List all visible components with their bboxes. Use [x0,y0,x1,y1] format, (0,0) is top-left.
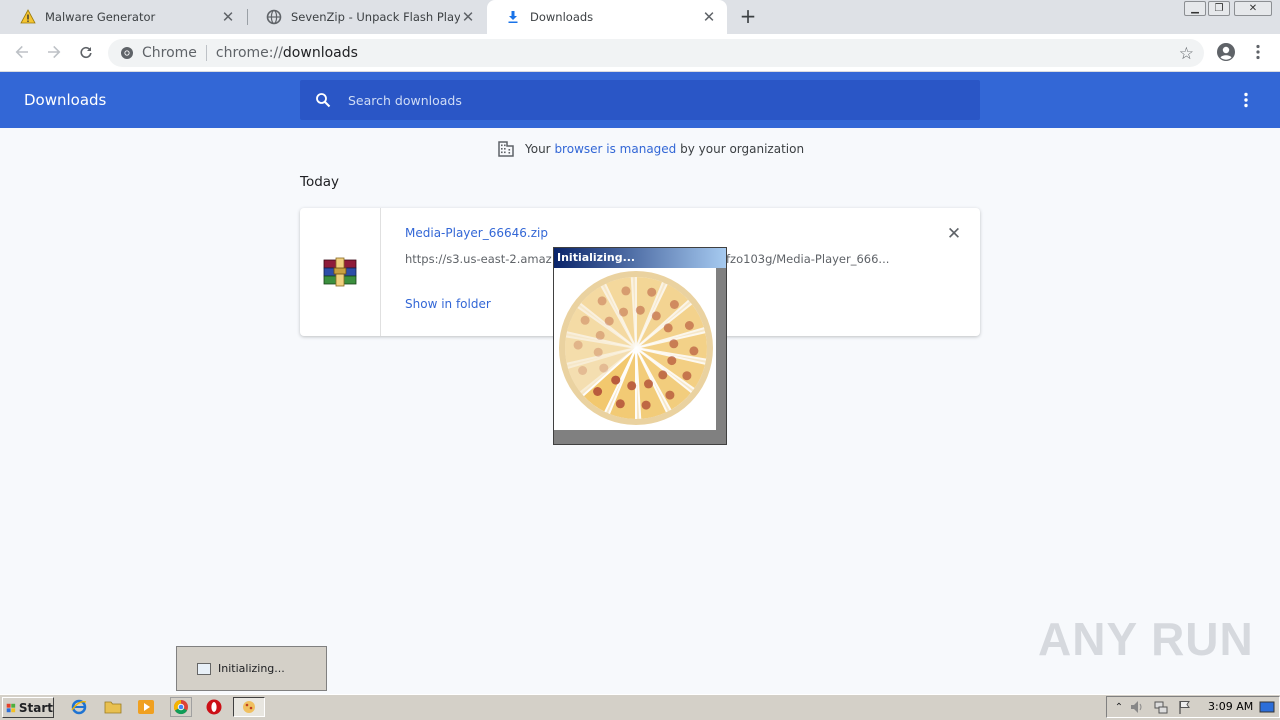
pizza-loading-icon [559,271,713,425]
reload-icon[interactable] [74,40,98,64]
url-text: chrome://downloads [216,45,358,61]
managed-notice: Your browser is managed by your organiza… [497,140,804,158]
start-button[interactable]: Start [2,697,54,718]
building-icon [498,141,514,157]
network-icon[interactable] [1152,698,1170,716]
taskbar [0,694,1280,720]
date-heading: Today [300,174,340,190]
url-prefix: chrome:// [215,45,283,61]
minimize-window-icon[interactable]: ▁ [1184,1,1206,16]
search-box[interactable] [300,80,980,120]
chrome-logo-icon [120,46,134,60]
anyrun-watermark: ANY RUN [1038,613,1254,665]
address-bar[interactable]: Chrome chrome://downloads ☆ [108,39,1204,67]
scheme-label: Chrome [142,45,197,61]
winrar-archive-icon [300,208,381,336]
url-host: downloads [282,45,358,61]
back-arrow-icon[interactable] [10,40,34,64]
show-hidden-icons-chevron-icon[interactable]: ⌃ [1110,698,1128,716]
tab-downloads[interactable]: Downloads ✕ [487,0,727,34]
chrome-menu-icon[interactable] [1246,40,1270,64]
chrome-taskbar-icon[interactable] [170,697,192,717]
close-window-icon[interactable]: ✕ [1234,1,1272,16]
warning-icon [20,9,36,25]
active-app-taskbar-button[interactable] [233,697,265,717]
file-explorer-icon[interactable] [104,698,122,716]
splash-border-bottom [554,430,726,444]
managed-text-pre: Your [525,142,555,156]
window-icon [197,662,211,675]
media-player-icon[interactable] [137,698,155,716]
initializing-splash-window[interactable]: Initializing... [553,247,727,445]
tab-malware-generator[interactable]: Malware Generator ✕ [2,0,246,34]
download-filename-link[interactable]: Media-Player_66646.zip [405,226,548,240]
downloads-more-icon[interactable] [1236,90,1256,110]
start-label: Start [18,700,53,715]
search-input[interactable] [346,91,950,109]
download-icon [505,9,521,25]
tab-title: Malware Generator [45,10,156,24]
clock: 3:09 AM [1208,700,1254,713]
splash-title: Initializing... [554,248,726,268]
show-desktop-icon[interactable] [1258,698,1276,716]
taskbar-thumbnail-popup[interactable]: Initializing... [176,646,327,691]
new-tab-plus-icon[interactable]: + [737,4,759,28]
profile-avatar-icon[interactable] [1214,40,1238,64]
close-tab-icon[interactable]: ✕ [460,8,476,26]
bookmark-star-icon[interactable]: ☆ [1179,44,1194,64]
managed-link[interactable]: browser is managed [554,142,676,156]
popup-label: Initializing... [218,662,285,675]
tab-sevenzip[interactable]: SevenZip - Unpack Flash Player ✕ [248,0,486,34]
restore-window-icon[interactable]: ❐ [1208,1,1230,16]
remove-download-icon[interactable]: ✕ [945,224,963,244]
search-icon [314,91,332,109]
internet-explorer-icon[interactable] [70,698,88,716]
managed-text-post: by your organization [676,142,805,156]
action-center-flag-icon[interactable] [1176,698,1194,716]
show-in-folder-link[interactable]: Show in folder [405,297,491,311]
close-tab-icon[interactable]: ✕ [701,8,717,26]
forward-arrow-icon[interactable] [42,40,66,64]
page-title: Downloads [24,91,107,109]
omnibox-divider [205,45,207,61]
windows-flag-icon [6,703,16,712]
opera-icon[interactable] [205,698,223,716]
splash-border-right [716,268,726,430]
tab-title: Downloads [530,10,594,24]
globe-icon [266,9,282,25]
close-tab-icon[interactable]: ✕ [220,8,236,26]
tab-title: SevenZip - Unpack Flash Player [291,10,460,24]
speaker-icon[interactable] [1128,698,1146,716]
